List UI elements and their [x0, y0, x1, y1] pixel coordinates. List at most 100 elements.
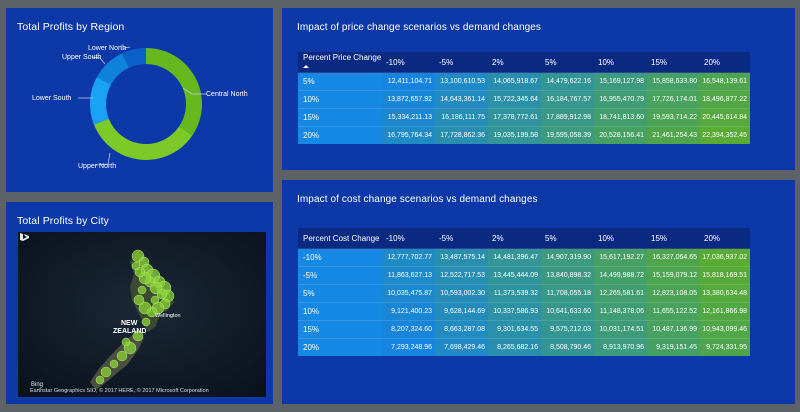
- cost-matrix-row-label[interactable]: 10%: [298, 302, 382, 321]
- price-matrix-row-label[interactable]: 20%: [298, 126, 382, 144]
- cost-col-header[interactable]: 10%: [594, 228, 647, 249]
- cost-col-header[interactable]: 5%: [541, 228, 594, 249]
- cost-matrix-cell[interactable]: 15,617,192.27: [594, 248, 647, 267]
- price-matrix-cell[interactable]: 20,528,156.41: [594, 126, 647, 144]
- cost-matrix-cell[interactable]: 14,499,988.72: [594, 266, 647, 285]
- price-matrix-row[interactable]: 5% 12,411,104.71 13,100,610.53 14,065,918.6…: [298, 72, 750, 91]
- price-matrix-cell[interactable]: 17,889,912.98: [541, 108, 594, 127]
- price-matrix-cell[interactable]: 16,795,764.34: [382, 126, 435, 144]
- cost-matrix-row-label[interactable]: -10%: [298, 248, 382, 267]
- cost-matrix-cell[interactable]: 11,863,627.13: [382, 266, 435, 285]
- city-bubble[interactable]: [133, 294, 145, 306]
- cost-matrix-row[interactable]: 20% 7,293,248.96 7,698,429.46 8,265,682.16 8…: [298, 338, 750, 356]
- city-bubble[interactable]: [141, 317, 151, 327]
- cost-matrix-cell[interactable]: 13,445,444.09: [488, 266, 541, 285]
- cost-matrix-cell[interactable]: 8,207,324.60: [382, 320, 435, 339]
- cost-matrix-cell[interactable]: 13,840,898.32: [541, 266, 594, 285]
- cost-matrix-row-label[interactable]: 5%: [298, 284, 382, 303]
- cost-col-header[interactable]: 15%: [647, 228, 700, 249]
- price-matrix-cell[interactable]: 19,593,714.22: [647, 108, 700, 127]
- price-col-header[interactable]: -5%: [435, 52, 488, 73]
- cost-matrix-cell[interactable]: 8,265,682.16: [488, 338, 541, 356]
- price-matrix-cell[interactable]: 14,065,918.67: [488, 72, 541, 91]
- cost-matrix-cell[interactable]: 8,508,790.46: [541, 338, 594, 356]
- cost-matrix-cell[interactable]: 8,913,970.96: [594, 338, 647, 356]
- cost-matrix-row-label[interactable]: -5%: [298, 266, 382, 285]
- cost-matrix-cell[interactable]: 17,036,937.02: [700, 248, 750, 267]
- price-matrix-cell[interactable]: 15,722,345.64: [488, 90, 541, 109]
- cost-matrix-cell[interactable]: 11,373,539.32: [488, 284, 541, 303]
- price-matrix-cell[interactable]: 15,334,211.13: [382, 108, 435, 127]
- cost-matrix-row[interactable]: -5% 11,863,627.13 12,522,717.53 13,445,444.…: [298, 266, 750, 285]
- price-col-header[interactable]: 10%: [594, 52, 647, 73]
- cost-matrix-cell[interactable]: 9,319,151.45: [647, 338, 700, 356]
- price-matrix-cell[interactable]: 17,378,772.61: [488, 108, 541, 127]
- price-matrix-cell[interactable]: 13,100,610.53: [435, 72, 488, 91]
- price-matrix-row-label[interactable]: 10%: [298, 90, 382, 109]
- price-matrix-row[interactable]: 10% 13,872,657.92 14,643,361.14 15,722,345.…: [298, 90, 750, 109]
- price-matrix-cell[interactable]: 14,643,361.14: [435, 90, 488, 109]
- cost-matrix-cell[interactable]: 13,380,634.48: [700, 284, 750, 303]
- price-col-header[interactable]: -10%: [382, 52, 435, 73]
- cost-matrix-row[interactable]: 5% 10,035,475.87 10,593,002.30 11,373,539.3…: [298, 284, 750, 303]
- cost-matrix-cell[interactable]: 9,575,212.03: [541, 320, 594, 339]
- donut-slice[interactable]: [90, 77, 111, 125]
- cost-matrix-row[interactable]: 15% 8,207,324.60 8,663,287.08 9,301,634.55 9…: [298, 320, 750, 339]
- price-matrix-cell[interactable]: 21,461,254.43: [647, 126, 700, 144]
- city-bubble[interactable]: [109, 359, 119, 369]
- price-col-header[interactable]: 20%: [700, 52, 750, 73]
- cost-matrix-cell[interactable]: 9,121,400.23: [382, 302, 435, 321]
- cost-matrix-row-label[interactable]: 15%: [298, 320, 382, 339]
- cost-matrix-row-header[interactable]: Percent Cost Change: [298, 228, 382, 249]
- cost-matrix-cell[interactable]: 10,487,136.99: [647, 320, 700, 339]
- cost-col-header[interactable]: -5%: [435, 228, 488, 249]
- price-matrix-row-header[interactable]: Percent Price Change: [298, 52, 382, 73]
- city-bubble[interactable]: [116, 350, 128, 362]
- cost-matrix[interactable]: Percent Cost Change -10% -5% 2% 5% 10% 1…: [298, 228, 750, 356]
- price-col-header[interactable]: 2%: [488, 52, 541, 73]
- price-matrix-row-label[interactable]: 15%: [298, 108, 382, 127]
- cost-matrix-cell[interactable]: 10,337,586.93: [488, 302, 541, 321]
- cost-matrix-cell[interactable]: 7,293,248.96: [382, 338, 435, 356]
- price-matrix-cell[interactable]: 15,858,633.80: [647, 72, 700, 91]
- price-matrix-cell[interactable]: 13,872,657.92: [382, 90, 435, 109]
- price-col-header[interactable]: 15%: [647, 52, 700, 73]
- cost-matrix-cell[interactable]: 15,818,169.51: [700, 266, 750, 285]
- price-matrix-cell[interactable]: 18,741,813.60: [594, 108, 647, 127]
- price-matrix-cell[interactable]: 15,169,127.98: [594, 72, 647, 91]
- price-matrix-row-label[interactable]: 5%: [298, 72, 382, 91]
- cost-col-header[interactable]: 20%: [700, 228, 750, 249]
- cost-matrix-cell[interactable]: 11,148,378.06: [594, 302, 647, 321]
- price-matrix-row[interactable]: 20% 16,795,764.34 17,728,862.36 19,035,199.…: [298, 126, 750, 144]
- cost-matrix-cell[interactable]: 12,265,581.61: [594, 284, 647, 303]
- donut-slice[interactable]: [93, 118, 193, 160]
- cost-matrix-cell[interactable]: 9,724,331.95: [700, 338, 750, 356]
- cost-matrix-cell[interactable]: 15,159,079.12: [647, 266, 700, 285]
- price-matrix-cell[interactable]: 19,035,199.58: [488, 126, 541, 144]
- city-bubble[interactable]: [137, 285, 147, 295]
- price-matrix-row[interactable]: 15% 15,334,211.13 16,186,111.75 17,378,772.…: [298, 108, 750, 127]
- cost-matrix-row[interactable]: -10% 12,777,702.77 13,487,575.14 14,481,396…: [298, 248, 750, 267]
- price-matrix-cell[interactable]: 18,496,877.22: [700, 90, 750, 109]
- price-matrix-cell[interactable]: 12,411,104.71: [382, 72, 435, 91]
- price-matrix-cell[interactable]: 17,726,174.01: [647, 90, 700, 109]
- cost-matrix-cell[interactable]: 8,663,287.08: [435, 320, 488, 339]
- cost-matrix-cell[interactable]: 12,522,717.53: [435, 266, 488, 285]
- cost-matrix-row-label[interactable]: 20%: [298, 338, 382, 356]
- cost-matrix-cell[interactable]: 7,698,429.46: [435, 338, 488, 356]
- cost-matrix-cell[interactable]: 12,161,866.98: [700, 302, 750, 321]
- cost-col-header[interactable]: 2%: [488, 228, 541, 249]
- price-matrix-cell[interactable]: 16,184,767.57: [541, 90, 594, 109]
- price-matrix-cell[interactable]: 17,728,862.36: [435, 126, 488, 144]
- city-bubble[interactable]: [131, 261, 141, 271]
- cost-matrix-cell[interactable]: 10,943,099.46: [700, 320, 750, 339]
- city-bubble[interactable]: [100, 366, 112, 378]
- cost-matrix-cell[interactable]: 14,907,319.90: [541, 248, 594, 267]
- cost-matrix-cell[interactable]: 11,655,122.52: [647, 302, 700, 321]
- cost-matrix-cell[interactable]: 14,481,396.47: [488, 248, 541, 267]
- cost-matrix-row[interactable]: 10% 9,121,400.23 9,628,144.69 10,337,586.93…: [298, 302, 750, 321]
- price-matrix[interactable]: Percent Price Change -10% -5% 2% 5% 10% …: [298, 52, 750, 144]
- price-matrix-cell[interactable]: 22,394,352.45: [700, 126, 750, 144]
- region-donut-chart[interactable]: Central North Upper North Lower South Up…: [6, 8, 273, 192]
- city-bubble[interactable]: [121, 337, 131, 347]
